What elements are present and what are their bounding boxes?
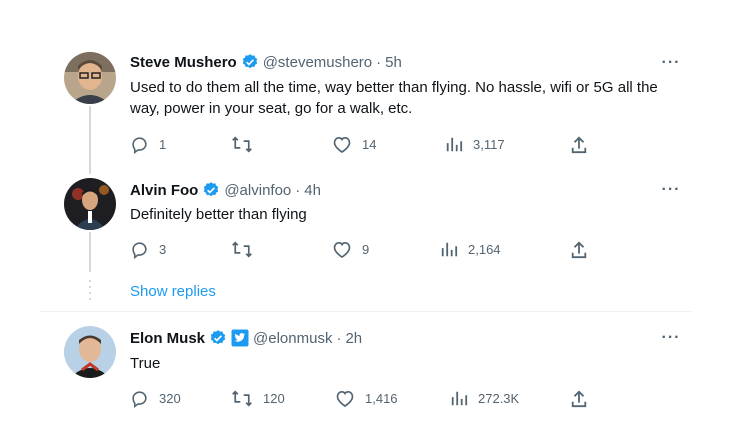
more-icon[interactable]: ··· [661,53,681,73]
reply-icon [130,389,149,408]
timestamp[interactable]: 5h [385,54,402,71]
tweet-text: Definitely better than flying [130,206,307,223]
conversation-thread: Steve Mushero @stevemushero · 5h ··· Use… [0,0,731,438]
views-icon [445,135,463,153]
retweet-icon [231,135,253,154]
reply-count: 320 [159,391,181,406]
views-count: 272.3K [478,390,520,406]
share-button[interactable] [570,240,588,260]
tweet-text: Used to do them all the time, way better… [130,79,658,117]
retweet-button[interactable] [231,135,263,154]
views-button[interactable]: 2,164 [440,240,501,258]
thread-line [89,232,91,272]
tweet-actions: 1 14 3,117 [130,135,600,155]
like-count: 14 [362,137,377,152]
reply-icon [130,240,149,259]
avatar[interactable] [64,178,116,230]
timestamp[interactable]: 4h [304,182,321,199]
display-name[interactable]: Steve Mushero [130,54,237,71]
share-icon [570,135,588,155]
like-count: 9 [362,242,370,257]
reply-count: 3 [159,242,167,257]
separator: · [295,181,301,199]
username[interactable]: @elonmusk [253,330,332,347]
separator: · [336,329,342,347]
heart-icon [332,135,352,154]
reply-button[interactable]: 3 [130,240,166,259]
verified-badge-icon [241,53,259,71]
views-icon [440,240,458,258]
display-name[interactable]: Elon Musk [130,330,205,347]
reply-icon [130,135,149,154]
share-icon [570,240,588,260]
retweet-icon [231,240,253,259]
verified-badge-icon [209,329,227,347]
like-button[interactable]: 9 [332,240,369,259]
thread-dots [89,280,91,302]
reply-count: 1 [159,137,167,152]
username[interactable]: @stevemushero [263,54,372,71]
share-button[interactable] [570,135,588,155]
display-name[interactable]: Alvin Foo [130,182,198,199]
avatar[interactable] [64,326,116,378]
tweet-actions: 3 9 2,164 [130,240,600,260]
heart-icon [332,240,352,259]
like-button[interactable]: 1,416 [335,389,398,408]
retweet-icon [231,389,253,408]
divider [40,311,692,312]
views-count: 2,164 [468,241,501,257]
share-icon [570,389,588,409]
views-count: 3,117 [473,136,505,152]
share-button[interactable] [570,389,588,409]
retweet-button[interactable]: 120 [231,389,285,408]
views-button[interactable]: 3,117 [445,135,505,153]
more-icon[interactable]: ··· [661,180,681,200]
like-button[interactable]: 14 [332,135,376,154]
tweet-actions: 320 120 1,416 272.3K [130,389,600,409]
timestamp[interactable]: 2h [345,330,362,347]
retweet-count: 120 [263,391,285,406]
like-count: 1,416 [365,391,398,406]
reply-button[interactable]: 320 [130,389,181,408]
retweet-button[interactable] [231,240,263,259]
twitter-affiliate-icon[interactable] [231,329,249,347]
username[interactable]: @alvinfoo [224,182,291,199]
tweet-text: True [130,355,161,372]
views-button[interactable]: 272.3K [450,389,519,407]
thread-line [89,106,91,174]
avatar[interactable] [64,52,116,104]
show-replies-link[interactable]: Show replies [130,283,216,300]
views-icon [450,389,468,407]
separator: · [376,53,382,71]
more-icon[interactable]: ··· [661,328,681,348]
heart-icon [335,389,355,408]
verified-badge-icon [202,181,220,199]
reply-button[interactable]: 1 [130,135,166,154]
